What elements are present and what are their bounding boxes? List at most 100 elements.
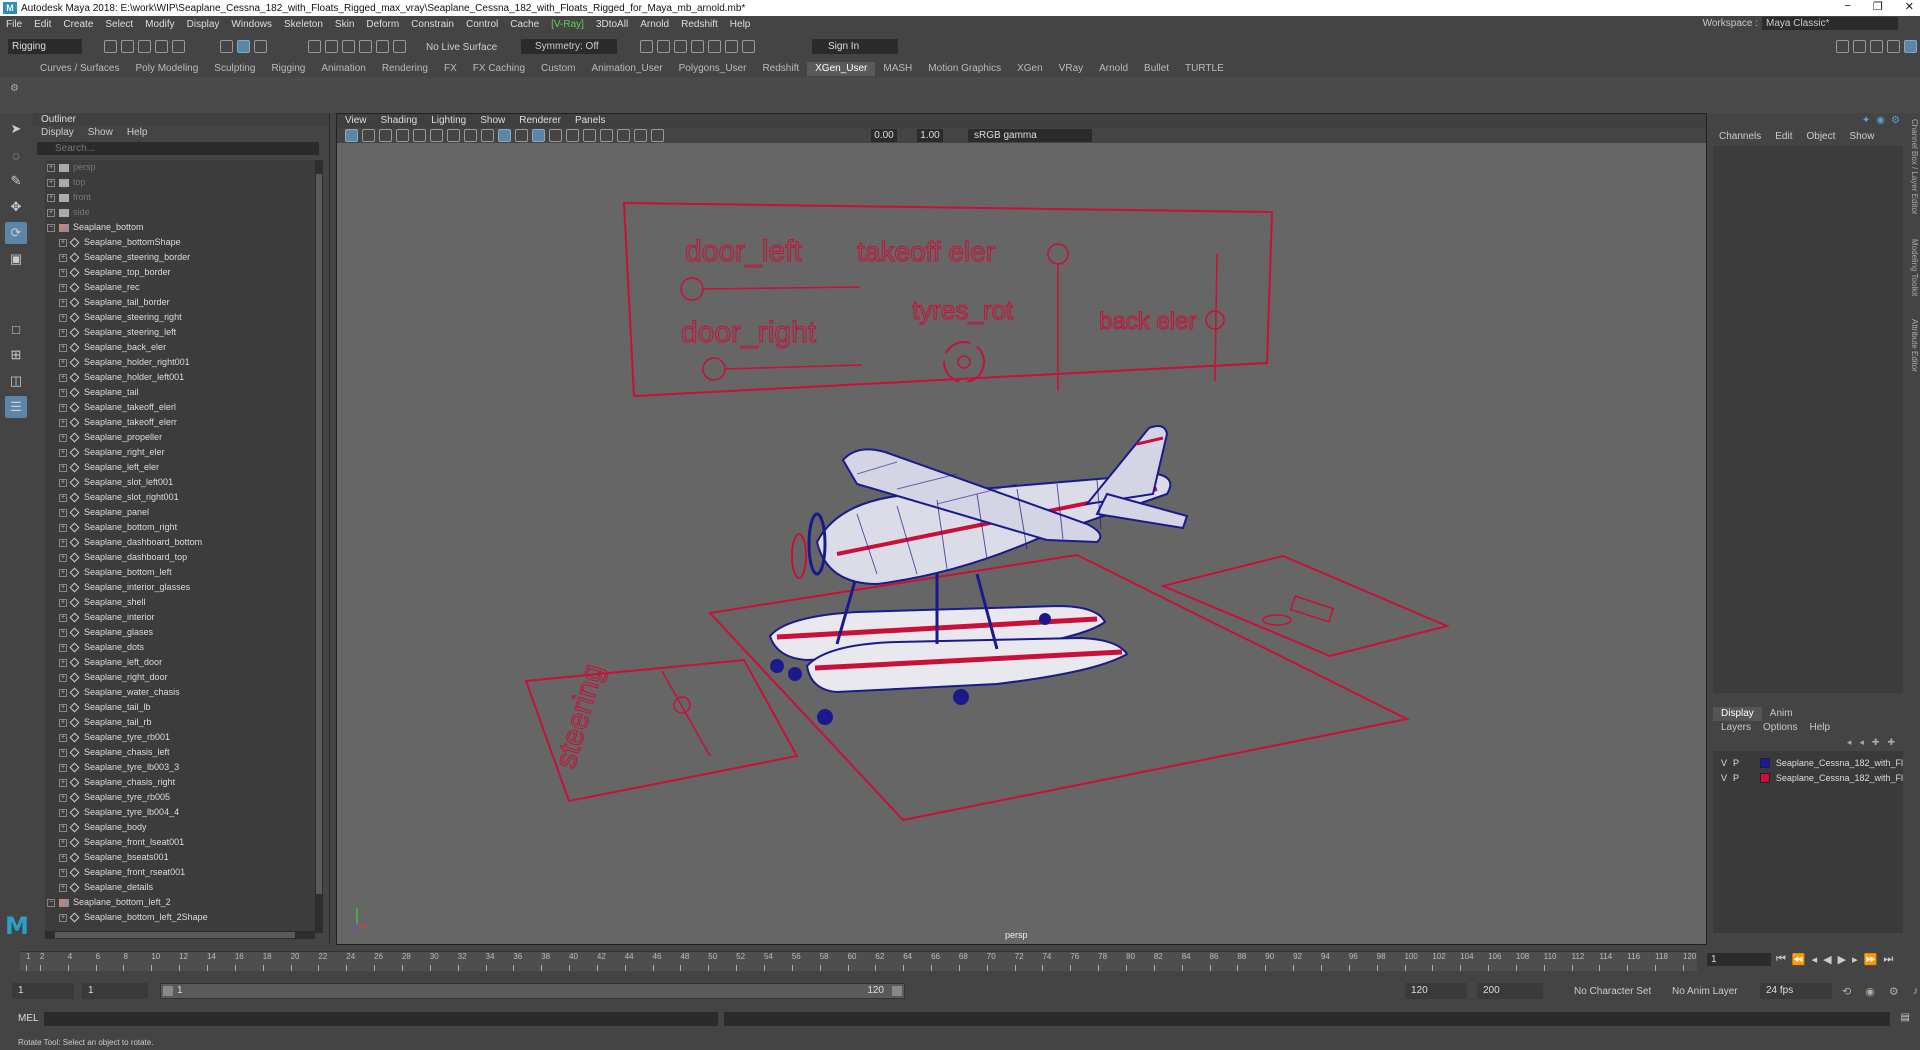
outliner-item[interactable]: + Seaplane_propeller <box>45 430 315 445</box>
layer-menu-help[interactable]: Help <box>1809 721 1830 734</box>
expand-toggle-icon[interactable]: + <box>59 733 67 742</box>
outliner-item[interactable]: + Seaplane_glases <box>45 625 315 640</box>
outliner-item[interactable]: + Seaplane_body <box>45 820 315 835</box>
door-right-slider-handle[interactable] <box>702 357 726 381</box>
expand-toggle-icon[interactable]: + <box>59 673 67 682</box>
expand-toggle-icon[interactable]: + <box>59 373 67 382</box>
color-space-dropdown[interactable]: sRGB gamma <box>968 129 1092 142</box>
takeoff-eler-handle[interactable] <box>1047 243 1069 265</box>
expand-toggle-icon[interactable]: + <box>59 463 67 472</box>
shelf-tab-turtle[interactable]: TURTLE <box>1177 62 1232 76</box>
lasso-tool-icon[interactable]: ◌ <box>5 144 27 166</box>
viewport-menu-lighting[interactable]: Lighting <box>431 114 466 128</box>
shelf-tab-animation-user[interactable]: Animation_User <box>583 62 670 76</box>
expand-toggle-icon[interactable]: + <box>59 778 67 787</box>
expand-toggle-icon[interactable]: + <box>59 538 67 547</box>
ipr-render-icon[interactable] <box>674 40 687 53</box>
outliner-menu-show[interactable]: Show <box>88 126 113 139</box>
wireframe-on-shaded-icon[interactable] <box>532 129 545 142</box>
outliner-vertical-scrollbar[interactable] <box>315 160 323 933</box>
outliner-item[interactable]: + Seaplane_slot_left001 <box>45 475 315 490</box>
outliner-item[interactable]: + Seaplane_water_chasis <box>45 685 315 700</box>
expand-toggle-icon[interactable]: + <box>59 253 67 262</box>
outliner-item[interactable]: + top <box>45 175 315 190</box>
undo-icon[interactable] <box>155 40 168 53</box>
range-start-handle[interactable] <box>163 986 173 996</box>
channel-box-menu-object[interactable]: Object <box>1807 130 1836 144</box>
controls-board[interactable]: door_left takeoff eler door_right tyres_… <box>622 201 1274 398</box>
sign-in-button[interactable]: Sign In <box>812 39 898 54</box>
close-button[interactable]: ✕ <box>1905 0 1914 13</box>
snap-grid-icon[interactable] <box>308 40 321 53</box>
four-view-layout-icon[interactable]: ⊞ <box>5 344 27 366</box>
loop-icon[interactable]: ⟲ <box>1842 985 1851 998</box>
channel-box-lock-icon[interactable]: ◉ <box>1876 115 1885 126</box>
outliner-item[interactable]: + Seaplane_tyre_rb001 <box>45 730 315 745</box>
restore-button[interactable]: ❐ <box>1873 0 1883 13</box>
new-layer-from-selection-icon[interactable]: ✚ <box>1887 737 1895 748</box>
shelf-tab-fx-caching[interactable]: FX Caching <box>465 62 533 76</box>
isolate-select-icon[interactable] <box>617 129 630 142</box>
outliner-item[interactable]: + Seaplane_holder_right001 <box>45 355 315 370</box>
root-control-plane[interactable] <box>707 553 1411 822</box>
sound-icon[interactable]: ♪ <box>1913 985 1919 998</box>
viewport-menu-view[interactable]: View <box>345 114 367 128</box>
outliner-item[interactable]: + Seaplane_bottom_left <box>45 565 315 580</box>
shelf-tab-polygons-user[interactable]: Polygons_User <box>671 62 755 76</box>
playback-start-field[interactable]: 1 <box>82 983 148 999</box>
expand-toggle-icon[interactable]: + <box>59 688 67 697</box>
arnold-render-icon[interactable] <box>725 40 738 53</box>
3d-scene[interactable]: door_left takeoff eler door_right tyres_… <box>337 144 1706 944</box>
tab-anim[interactable]: Anim <box>1762 707 1801 721</box>
outliner-item[interactable]: + Seaplane_holder_left001 <box>45 370 315 385</box>
outliner-item[interactable]: + Seaplane_dashboard_top <box>45 550 315 565</box>
door-left-slider-handle[interactable] <box>680 277 704 301</box>
outliner-item[interactable]: + Seaplane_slot_right001 <box>45 490 315 505</box>
outliner-item[interactable]: + Seaplane_rec <box>45 280 315 295</box>
outliner-item[interactable]: + Seaplane_interior <box>45 610 315 625</box>
layer-playback-toggle[interactable]: P <box>1733 773 1739 783</box>
tyres-rot-handle[interactable] <box>943 341 985 383</box>
outliner-item[interactable]: + persp <box>45 160 315 175</box>
command-input[interactable] <box>44 1012 718 1026</box>
viewport-menu-show[interactable]: Show <box>480 114 505 128</box>
expand-toggle-icon[interactable]: + <box>59 343 67 352</box>
outliner-item[interactable]: + Seaplane_right_eler <box>45 445 315 460</box>
paint-select-tool-icon[interactable]: ✎ <box>5 170 27 192</box>
outliner-item[interactable]: + Seaplane_tyre_rb005 <box>45 790 315 805</box>
menu-redshift[interactable]: Redshift <box>675 19 724 30</box>
film-gate-icon[interactable] <box>430 129 443 142</box>
layer-row[interactable]: V P Seaplane_Cessna_182_with_Fl <box>1713 755 1903 770</box>
viewport-menu-renderer[interactable]: Renderer <box>519 114 561 128</box>
layer-playback-toggle[interactable]: P <box>1733 758 1739 768</box>
steering-panel[interactable]: steering <box>524 658 799 803</box>
use-all-lights-icon[interactable] <box>549 129 562 142</box>
shelf-tab-curves-surfaces[interactable]: Curves / Surfaces <box>32 62 127 76</box>
outliner-item[interactable]: + Seaplane_chasis_left <box>45 745 315 760</box>
two-view-layout-icon[interactable]: ◫ <box>5 370 27 392</box>
expand-toggle-icon[interactable]: + <box>59 328 67 337</box>
time-slider-track[interactable]: 1 2 4 6 8 10 12 14 16 18 20 22 24 26 28 30 32 34 36 38 40 42 4… <box>20 951 1697 971</box>
outliner-item[interactable]: + front <box>45 190 315 205</box>
outliner-item[interactable]: + Seaplane_front_lseat001 <box>45 835 315 850</box>
menu-constrain[interactable]: Constrain <box>405 19 460 30</box>
go-to-end-icon[interactable]: ⏭ <box>1883 953 1893 966</box>
shelf-tab-rendering[interactable]: Rendering <box>374 62 436 76</box>
shelf-tab-xgen[interactable]: XGen <box>1009 62 1051 76</box>
layer-color-swatch[interactable] <box>1760 772 1770 783</box>
save-scene-icon[interactable] <box>138 40 151 53</box>
outliner-item[interactable]: + Seaplane_dots <box>45 640 315 655</box>
play-forwards-icon[interactable]: ▶ <box>1838 953 1846 966</box>
menu-edit[interactable]: Edit <box>28 19 57 30</box>
component-mode-icon[interactable] <box>254 40 267 53</box>
expand-toggle-icon[interactable]: + <box>59 508 67 517</box>
expand-toggle-icon[interactable]: + <box>59 643 67 652</box>
expand-toggle-icon[interactable]: + <box>59 313 67 322</box>
outliner-item[interactable]: + Seaplane_right_door <box>45 670 315 685</box>
menu-select[interactable]: Select <box>99 19 139 30</box>
shelf-tab-animation[interactable]: Animation <box>313 62 373 76</box>
outliner-item[interactable]: + Seaplane_tyre_lb003_3 <box>45 760 315 775</box>
menu-help[interactable]: Help <box>724 19 757 30</box>
shelf-tab-arnold[interactable]: Arnold <box>1091 62 1136 76</box>
outliner-item[interactable]: + Seaplane_steering_left <box>45 325 315 340</box>
